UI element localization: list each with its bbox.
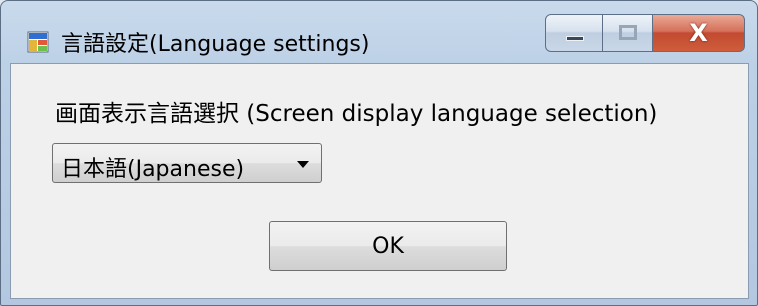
dropdown-arrow-icon[interactable]: [297, 161, 309, 168]
title-bar[interactable]: 言語設定(Language settings) X: [1, 1, 757, 63]
minimize-icon: [566, 36, 584, 41]
language-select-value: 日本語(Japanese): [61, 157, 245, 182]
caption-buttons: X: [545, 14, 745, 52]
maximize-button[interactable]: [603, 14, 653, 52]
language-selection-label: 画面表示言語選択 (Screen display language select…: [55, 101, 658, 127]
language-select[interactable]: 日本語(Japanese): [52, 143, 322, 183]
close-icon: X: [689, 19, 708, 47]
language-settings-window: 言語設定(Language settings) X 画面表示言語選択 (Scre…: [0, 0, 758, 306]
window-title: 言語設定(Language settings): [61, 32, 370, 57]
ok-button[interactable]: OK: [269, 221, 507, 271]
minimize-button[interactable]: [545, 14, 603, 52]
app-window-icon: [27, 31, 49, 53]
client-area: 画面表示言語選択 (Screen display language select…: [10, 63, 749, 299]
close-button[interactable]: X: [653, 14, 745, 52]
maximize-icon: [619, 25, 637, 40]
